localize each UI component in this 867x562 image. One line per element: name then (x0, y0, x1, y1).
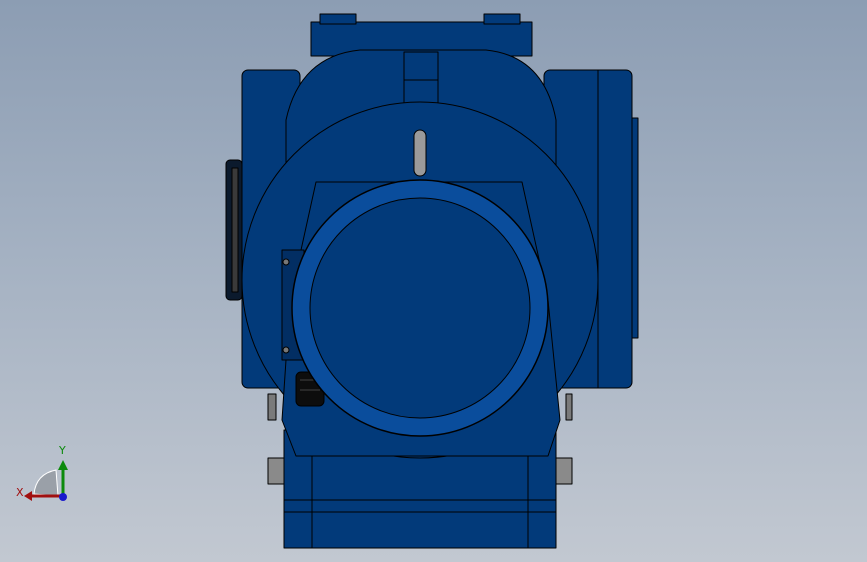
left-upper-stub[interactable] (267, 393, 277, 421)
right-upper-stub[interactable] (565, 393, 573, 421)
lifting-eye[interactable] (413, 129, 427, 177)
top-center-block[interactable] (403, 51, 439, 81)
motor-fan-cover[interactable] (309, 197, 531, 419)
x-axis-label: X (16, 486, 24, 499)
top-left-bolt[interactable] (319, 13, 357, 25)
graphics-viewport[interactable]: Y X (0, 0, 867, 562)
left-bolt-stub[interactable] (267, 457, 285, 485)
right-shaft-cap[interactable] (631, 117, 639, 339)
gear-motor-model[interactable] (0, 0, 867, 562)
axis-triad: Y X (16, 444, 68, 501)
top-right-bolt[interactable] (483, 13, 521, 25)
right-bolt-stub[interactable] (555, 457, 573, 485)
foot-base[interactable] (283, 499, 557, 549)
z-axis-dot (59, 493, 67, 501)
y-axis-label: Y (58, 444, 66, 457)
